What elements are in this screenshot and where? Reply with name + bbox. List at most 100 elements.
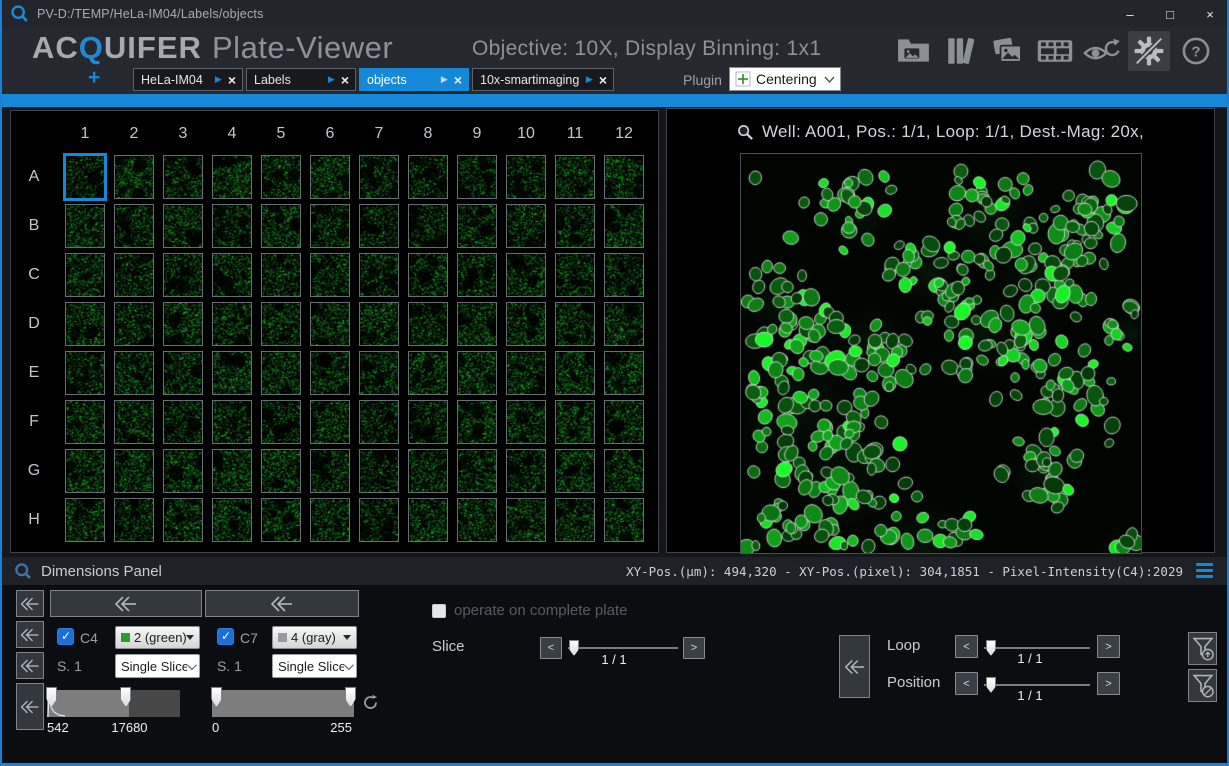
well-E5[interactable] [261,351,301,395]
well-B5[interactable] [261,204,301,248]
collapse-button[interactable] [16,683,44,730]
well-D5[interactable] [261,302,301,346]
operate-complete-plate-checkbox[interactable] [432,604,446,618]
reset-range-button[interactable] [361,693,380,712]
well-H1[interactable] [65,498,105,542]
well-A8[interactable] [408,155,448,199]
collapse-channel-button[interactable] [50,590,202,617]
well-A9[interactable] [457,155,497,199]
well-A12[interactable] [604,155,644,199]
well-C11[interactable] [555,253,595,297]
well-A11[interactable] [555,155,595,199]
well-E3[interactable] [163,351,203,395]
well-H8[interactable] [408,498,448,542]
filter-upload-button[interactable] [1188,632,1217,665]
position-next-button[interactable]: > [1097,672,1120,695]
well-F9[interactable] [457,400,497,444]
well-F10[interactable] [506,400,546,444]
channel-C7-slice-mode-select[interactable]: Single Slice [272,654,357,678]
well-E1[interactable] [65,351,105,395]
tab-expand-icon[interactable]: ▶ [215,74,222,85]
well-D1[interactable] [65,302,105,346]
well-H2[interactable] [114,498,154,542]
well-A4[interactable] [212,155,252,199]
well-B10[interactable] [506,204,546,248]
tab-expand-icon[interactable]: ▶ [328,74,335,85]
channel-C7-lut-select[interactable]: 4 (gray) [272,626,357,649]
film-icon[interactable] [1034,31,1076,71]
well-E9[interactable] [457,351,497,395]
well-B1[interactable] [65,204,105,248]
well-D11[interactable] [555,302,595,346]
well-C9[interactable] [457,253,497,297]
well-C5[interactable] [261,253,301,297]
library-icon[interactable] [940,31,982,71]
well-G3[interactable] [163,449,203,493]
tab-objects[interactable]: objects▶× [359,68,469,91]
settings-disabled-icon[interactable] [1128,31,1170,71]
loop-next-button[interactable]: > [1097,635,1120,658]
position-slider[interactable] [984,684,1090,686]
well-B6[interactable] [310,204,350,248]
tab-10x-smartimaging[interactable]: 10x-smartimaging▶× [472,68,614,91]
well-A2[interactable] [114,155,154,199]
well-B9[interactable] [457,204,497,248]
channel-C4-checkbox[interactable] [57,628,74,645]
image-export-icon[interactable] [893,31,935,71]
well-A3[interactable] [163,155,203,199]
well-G10[interactable] [506,449,546,493]
collapse-loop-position-button[interactable] [839,635,870,698]
collapse-button[interactable] [16,652,44,679]
loop-slider[interactable] [984,647,1090,649]
well-H11[interactable] [555,498,595,542]
well-C7[interactable] [359,253,399,297]
maximize-button[interactable]: □ [1161,7,1179,22]
well-F8[interactable] [408,400,448,444]
well-H9[interactable] [457,498,497,542]
well-G7[interactable] [359,449,399,493]
well-F2[interactable] [114,400,154,444]
channel-C7-range-slider[interactable] [212,690,354,717]
well-C6[interactable] [310,253,350,297]
channel-C4-range-slider[interactable] [47,690,180,717]
gallery-icon[interactable] [987,31,1029,71]
tab-close-icon[interactable]: × [228,72,236,88]
channel-C4-slice-mode-select[interactable]: Single Slice [115,654,200,678]
well-D7[interactable] [359,302,399,346]
well-E6[interactable] [310,351,350,395]
well-B8[interactable] [408,204,448,248]
well-A10[interactable] [506,155,546,199]
well-F3[interactable] [163,400,203,444]
well-G9[interactable] [457,449,497,493]
well-F5[interactable] [261,400,301,444]
well-H4[interactable] [212,498,252,542]
well-C12[interactable] [604,253,644,297]
well-H12[interactable] [604,498,644,542]
loop-prev-button[interactable]: < [955,635,978,658]
well-E10[interactable] [506,351,546,395]
close-button[interactable]: × [1201,7,1219,22]
tab-Labels[interactable]: Labels▶× [246,68,356,91]
well-G12[interactable] [604,449,644,493]
well-A5[interactable] [261,155,301,199]
tab-expand-icon[interactable]: ▶ [586,74,593,85]
well-F7[interactable] [359,400,399,444]
well-E7[interactable] [359,351,399,395]
well-A7[interactable] [359,155,399,199]
position-prev-button[interactable]: < [955,672,978,695]
well-B12[interactable] [604,204,644,248]
well-C8[interactable] [408,253,448,297]
well-E12[interactable] [604,351,644,395]
well-D10[interactable] [506,302,546,346]
well-D12[interactable] [604,302,644,346]
well-B4[interactable] [212,204,252,248]
well-H10[interactable] [506,498,546,542]
well-D8[interactable] [408,302,448,346]
collapse-channel-button[interactable] [205,590,359,617]
well-E8[interactable] [408,351,448,395]
well-E4[interactable] [212,351,252,395]
well-D4[interactable] [212,302,252,346]
well-C4[interactable] [212,253,252,297]
well-G11[interactable] [555,449,595,493]
tab-HeLa-IM04[interactable]: HeLa-IM04▶× [133,68,243,91]
